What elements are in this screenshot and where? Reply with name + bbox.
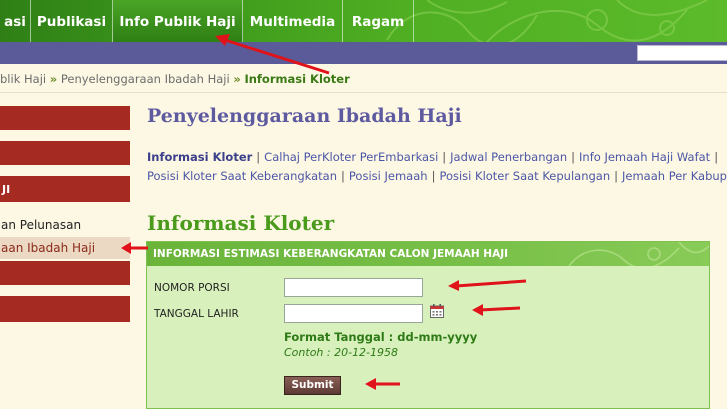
subnav-link-jadwal-penerbangan[interactable]: Jadwal Penerbangan — [450, 150, 567, 164]
nav-item-ragam[interactable]: Ragam — [343, 0, 414, 42]
nomor-porsi-label: NOMOR PORSI — [154, 282, 230, 294]
sidebar-menu-block[interactable] — [0, 141, 130, 165]
tanggal-lahir-label: TANGGAL LAHIR — [154, 308, 239, 320]
breadcrumb-separator: » — [49, 72, 58, 86]
annotation-arrow-icon — [215, 34, 330, 75]
annotation-arrow-icon — [365, 378, 400, 390]
subnav-link-info-jemaah-wafat[interactable]: Info Jemaah Haji Wafat — [579, 150, 710, 164]
form-header: INFORMASI ESTIMASI KEBERANGKATAN CALON J… — [147, 242, 709, 266]
link-separator: | — [714, 150, 719, 164]
link-separator: | — [341, 169, 345, 183]
sidebar-block-label: JI — [2, 183, 11, 196]
nav-item-informasi[interactable]: asi — [0, 0, 31, 42]
form-header-title: INFORMASI ESTIMASI KEBERANGKATAN CALON J… — [153, 248, 509, 260]
date-example: Contoh : 20-12-1958 — [284, 346, 399, 359]
secondary-bar — [0, 42, 727, 64]
batik-pattern-icon — [568, 242, 709, 266]
search-input[interactable] — [637, 45, 727, 61]
sidebar-item-pelunasan[interactable]: an Pelunasan — [0, 214, 130, 236]
sidebar-menu-block[interactable] — [0, 296, 130, 322]
page-title: Penyelenggaraan Ibadah Haji — [147, 105, 462, 127]
link-separator: | — [614, 169, 618, 183]
submit-button[interactable]: Submit — [284, 376, 341, 395]
link-separator: | — [256, 150, 261, 164]
divider — [0, 92, 727, 93]
subnav-links-row-1: Informasi Kloter | Calhaj PerKloter PerEmb… — [147, 150, 722, 164]
batik-pattern-icon — [386, 0, 708, 42]
kloter-form: INFORMASI ESTIMASI KEBERANGKATAN CALON J… — [146, 241, 710, 409]
annotation-arrow-icon — [448, 279, 527, 291]
annotation-arrow-icon — [121, 242, 148, 254]
sidebar-menu-block-haji[interactable]: JI — [0, 176, 130, 202]
section-heading: Informasi Kloter — [147, 211, 335, 235]
link-separator: | — [442, 150, 447, 164]
annotation-arrow-icon — [472, 304, 521, 316]
subnav-link-calhaj-perkloter[interactable]: Calhaj PerKloter PerEmbarkasi — [264, 150, 438, 164]
link-separator: | — [571, 150, 576, 164]
subnav-link-posisi-jemaah[interactable]: Posisi Jemaah — [349, 169, 428, 183]
nomor-porsi-input[interactable] — [284, 278, 423, 297]
tanggal-lahir-input[interactable] — [284, 304, 423, 323]
subnav-link-informasi-kloter[interactable]: Informasi Kloter — [147, 150, 252, 164]
subnav-link-posisi-kloter-berangkat[interactable]: Posisi Kloter Saat Keberangkatan — [147, 169, 337, 183]
top-navigation: asi Publikasi Info Publik Haji Multimedi… — [0, 0, 727, 42]
subnav-links-row-2: Posisi Kloter Saat Keberangkatan | Posisi … — [147, 169, 727, 183]
date-format-hint: Format Tanggal : dd-mm-yyyy — [284, 330, 478, 344]
sidebar-menu-block[interactable] — [0, 106, 130, 130]
breadcrumb-item-info-publik-haji[interactable]: blik Haji — [0, 72, 46, 86]
calendar-icon[interactable] — [430, 304, 444, 318]
sidebar-menu-block[interactable] — [0, 261, 130, 285]
nav-item-publikasi[interactable]: Publikasi — [31, 0, 113, 42]
subnav-link-jemaah-per-kabupaten[interactable]: Jemaah Per Kabupa — [622, 169, 727, 183]
subnav-link-posisi-kloter-pulang[interactable]: Posisi Kloter Saat Kepulangan — [439, 169, 610, 183]
link-separator: | — [431, 169, 436, 183]
sidebar-item-penyelenggaraan-ibadah-haji[interactable]: aan Ibadah Haji — [0, 237, 130, 259]
